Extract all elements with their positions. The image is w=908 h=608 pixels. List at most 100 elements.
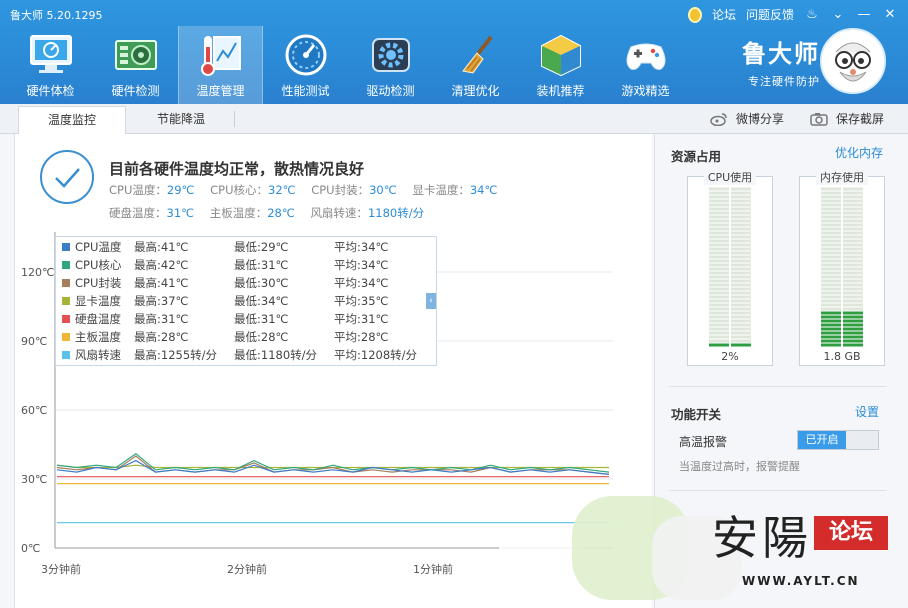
legend-swatch	[62, 351, 70, 359]
legend-min: 最低:34℃	[234, 294, 289, 308]
cpu-usage-bar	[709, 187, 751, 347]
legend-name: CPU核心	[75, 258, 122, 272]
legend-name: 硬盘温度	[75, 312, 121, 326]
legend-max: 最高:42℃	[134, 258, 189, 272]
legend-collapse-chevron-icon[interactable]: ‹	[426, 293, 436, 309]
legend-min: 最低:1180转/分	[234, 348, 318, 362]
gamepad-icon	[622, 32, 670, 78]
tab-energy-saving[interactable]: 节能降温	[128, 106, 234, 134]
legend-avg: 平均:34℃	[334, 240, 389, 254]
y-tick-label: 90℃	[21, 335, 47, 348]
legend-avg: 平均:31℃	[334, 312, 389, 326]
watermark-url: WWW.AYLT.CN	[742, 574, 860, 588]
y-tick-label: 60℃	[21, 404, 47, 417]
legend-avg: 平均:34℃	[334, 276, 389, 290]
legend-swatch	[62, 261, 70, 269]
tabs-bar: 温度监控 节能降温 微博分享 保存截屏	[0, 104, 908, 134]
memory-usage-value: 1.8 GB	[823, 350, 861, 363]
alarm-hint: 当温度过高时，报警提醒	[679, 460, 800, 473]
legend-name: 显卡温度	[75, 294, 121, 308]
legend-swatch	[62, 333, 70, 341]
tool-build-recommend[interactable]: 装机推荐	[518, 26, 603, 104]
tool-performance-test[interactable]: 性能测试	[263, 26, 348, 104]
legend-min: 最低:31℃	[234, 312, 289, 326]
feedback-link[interactable]: 问题反馈	[746, 6, 794, 23]
tool-label: 硬件体检	[26, 84, 75, 98]
legend-swatch	[62, 279, 70, 287]
monitor-check-icon	[27, 32, 75, 78]
resource-usage-title: 资源占用	[671, 149, 722, 164]
x-tick-label: 2分钟前	[227, 562, 267, 576]
menu-chevron-icon[interactable]: ⌄	[830, 7, 846, 22]
close-icon[interactable]: ✕	[882, 7, 898, 22]
memory-usage-meter: 内存使用 1.8 GB	[799, 169, 885, 366]
settings-link[interactable]: 设置	[855, 403, 879, 420]
high-temp-alarm-toggle[interactable]: 已开启	[797, 430, 879, 450]
tool-label: 温度管理	[196, 84, 245, 98]
tool-label: 装机推荐	[536, 84, 585, 98]
tab-separator	[234, 111, 235, 127]
app-window: 鲁大师 5.20.1295 论坛 问题反馈 ♨ ⌄ — ✕ 硬件体检 硬件检测	[0, 0, 908, 608]
toggle-state: 已开启	[798, 431, 846, 449]
tool-driver-detect[interactable]: 驱动检测	[348, 26, 433, 104]
header: 鲁大师 5.20.1295 论坛 问题反馈 ♨ ⌄ — ✕ 硬件体检 硬件检测	[0, 0, 908, 104]
window-title: 鲁大师 5.20.1295	[10, 9, 103, 22]
tool-label: 清理优化	[451, 84, 500, 98]
speedometer-icon	[282, 32, 330, 78]
tool-label: 硬件检测	[111, 84, 160, 98]
minimize-icon[interactable]: —	[856, 7, 872, 22]
cube-icon	[537, 32, 585, 78]
watermark-char: 安陽	[712, 511, 812, 565]
chart-legend: CPU温度 最高:41℃ 最低:29℃ 平均:34℃ CPU核心 最高:42℃ …	[55, 236, 437, 366]
optimize-memory-link[interactable]: 优化内存	[835, 144, 883, 161]
tool-hardware-detect[interactable]: 硬件检测	[93, 26, 178, 104]
medal-icon[interactable]	[687, 6, 702, 23]
tab-actions: 微博分享 保存截屏	[710, 110, 884, 127]
forum-link[interactable]: 论坛	[712, 6, 736, 23]
tool-temperature-manage[interactable]: 温度管理	[178, 26, 263, 104]
tool-game-select[interactable]: 游戏精选	[603, 26, 688, 104]
legend-name: 主板温度	[75, 330, 121, 344]
gear-box-icon	[367, 32, 415, 78]
tool-hardware-checkup[interactable]: 硬件体检	[8, 26, 93, 104]
function-switch-title: 功能开关	[671, 407, 722, 422]
skin-icon[interactable]: ♨	[804, 7, 820, 22]
share-weibo-label: 微博分享	[735, 112, 784, 126]
legend-max: 最高:41℃	[134, 240, 189, 254]
legend-avg: 平均:1208转/分	[334, 348, 418, 362]
tool-clean-optimize[interactable]: 清理优化	[433, 26, 518, 104]
legend-swatch	[62, 315, 70, 323]
x-tick-label: 3分钟前	[41, 562, 81, 576]
tab-temp-monitor[interactable]: 温度监控	[18, 106, 126, 134]
legend-max: 最高:41℃	[134, 276, 189, 290]
legend-min: 最低:29℃	[234, 240, 289, 254]
brand-subtitle: 专注硬件防护	[748, 75, 820, 88]
y-tick-label: 120℃	[21, 266, 54, 279]
save-screenshot-button[interactable]: 保存截屏	[810, 110, 884, 127]
memory-usage-bar	[821, 187, 863, 347]
site-watermark: 安陽 论坛 WWW.AYLT.CN	[492, 494, 902, 604]
legend-max: 最高:37℃	[134, 294, 189, 308]
divider	[669, 386, 887, 387]
legend-name: CPU封装	[75, 276, 122, 290]
mascot-avatar[interactable]	[820, 28, 886, 94]
legend-name: 风扇转速	[75, 348, 121, 362]
legend-max: 最高:31℃	[134, 312, 189, 326]
memory-usage-label: 内存使用	[816, 169, 868, 185]
legend-swatch	[62, 297, 70, 305]
cpu-usage-value: 2%	[721, 350, 739, 363]
main-toolbar: 硬件体检 硬件检测 温度管理 性能测试 驱动检测 清理优化 装机推荐 游戏精选	[8, 26, 688, 104]
legend-max: 最高:28℃	[134, 330, 189, 344]
save-screenshot-label: 保存截屏	[835, 112, 884, 126]
legend-avg: 平均:35℃	[334, 294, 389, 308]
legend-min: 最低:28℃	[234, 330, 289, 344]
tool-label: 驱动检测	[366, 84, 415, 98]
legend-avg: 平均:28℃	[334, 330, 389, 344]
broom-icon	[452, 32, 500, 78]
legend-max: 最高:1255转/分	[134, 348, 218, 362]
camera-icon	[810, 112, 828, 126]
legend-name: CPU温度	[75, 240, 122, 254]
share-weibo-button[interactable]: 微博分享	[710, 110, 784, 127]
x-tick-label: 1分钟前	[413, 562, 453, 576]
cpu-usage-label: CPU使用	[703, 169, 757, 185]
